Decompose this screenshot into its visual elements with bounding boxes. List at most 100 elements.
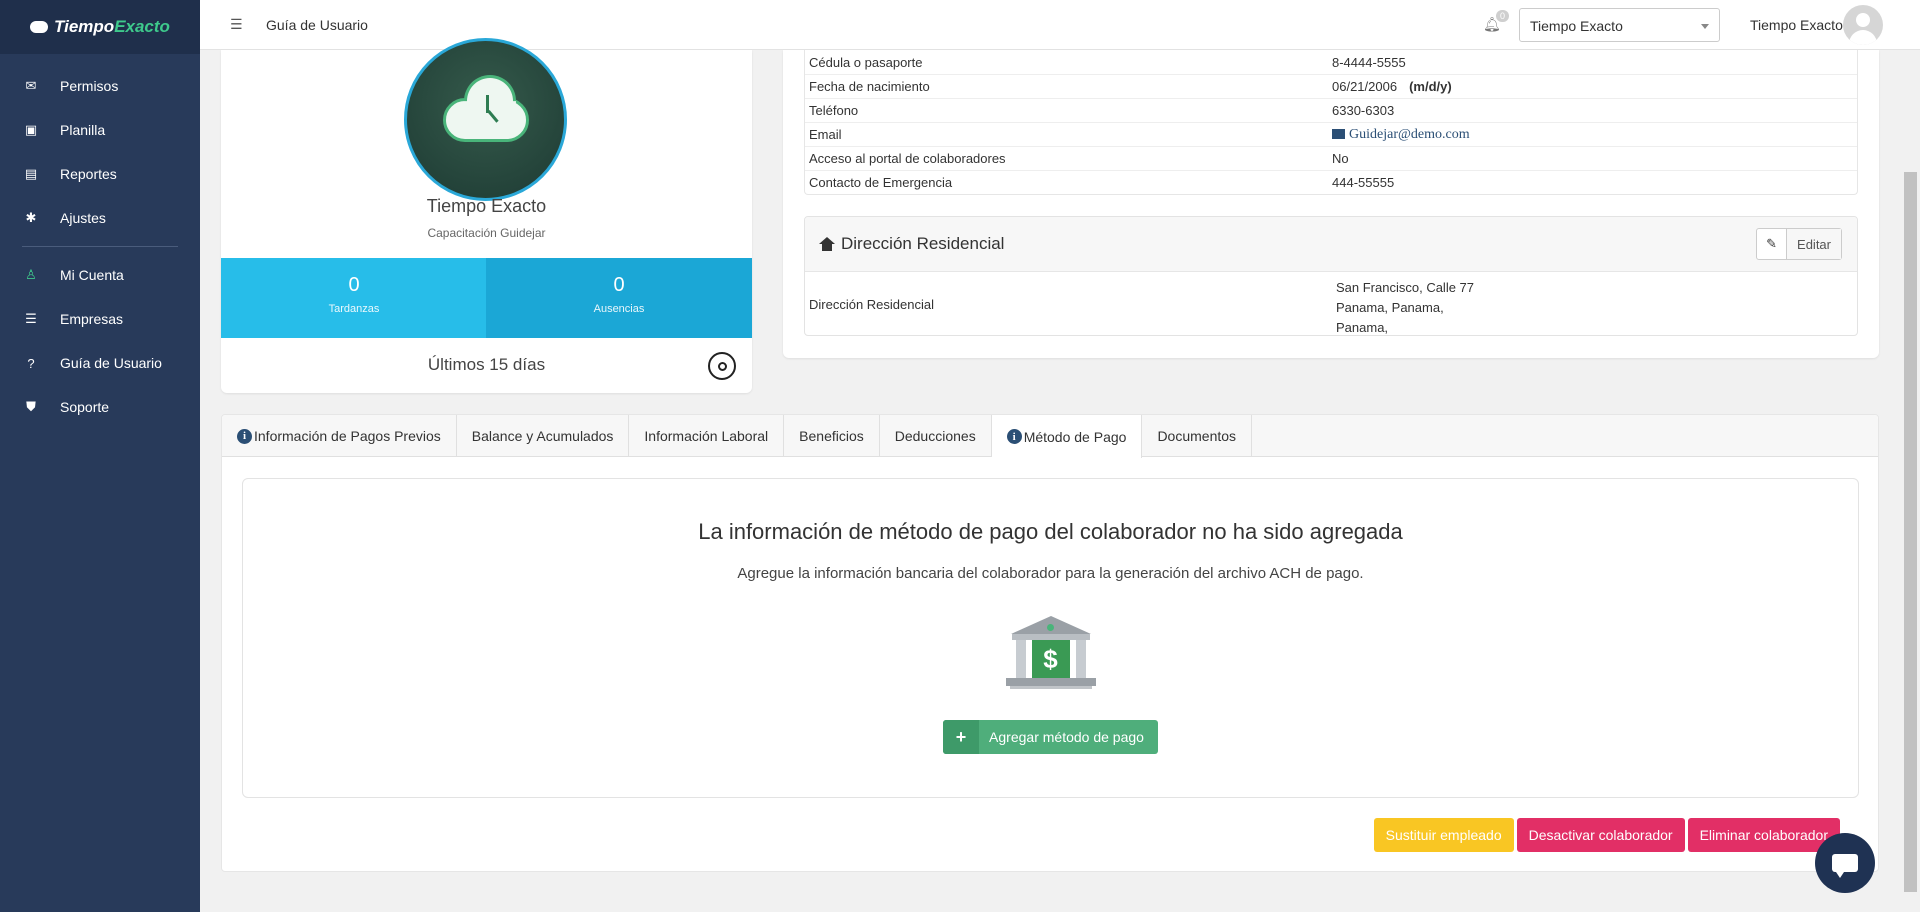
cloud-icon (30, 21, 49, 33)
chat-bubble-icon (1832, 854, 1858, 878)
sidebar-item-guia[interactable]: ? Guía de Usuario (0, 341, 200, 385)
sidebar-item-soporte[interactable]: ⛊ Soporte (0, 385, 200, 429)
period-label: Últimos 15 días (427, 355, 546, 374)
row-value: 6330-6303 (1332, 103, 1395, 118)
home-icon (819, 237, 835, 251)
dollar-icon: $ (1031, 640, 1070, 678)
tab-beneficios[interactable]: Beneficios (784, 415, 880, 457)
replace-employee-button[interactable]: Sustituir empleado (1373, 818, 1514, 852)
tab-balance[interactable]: Balance y Acumulados (457, 415, 630, 457)
gear-icon: ✱ (25, 210, 37, 225)
stat-value: 0 (613, 274, 625, 296)
address-title: Dirección Residencial (841, 234, 1005, 253)
settings-gear-icon[interactable] (708, 352, 736, 380)
address-key: Dirección Residencial (809, 297, 934, 312)
deactivate-employee-button[interactable]: Desactivar colaborador (1516, 818, 1685, 852)
sidebar-item-ajustes[interactable]: ✱ Ajustes (0, 196, 200, 240)
edit-label: Editar (1787, 229, 1841, 259)
table-row: Acceso al portal de colaboradores No (805, 146, 1857, 170)
sidebar-divider (22, 246, 178, 247)
stat-tardanzas: 0 Tardanzas (221, 258, 487, 338)
email-link[interactable]: Guidejar@demo.com (1349, 127, 1470, 142)
question-icon: ? (27, 355, 35, 371)
row-value: 06/21/2006 (m/d/y) (1332, 79, 1857, 94)
employee-actions: Sustituir empleado Desactivar colaborado… (1373, 818, 1840, 852)
stat-label: Ausencias (593, 303, 645, 315)
tabs-card: i Información de Pagos Previos Balance y … (221, 414, 1879, 872)
inbox-icon: ✉ (25, 78, 37, 93)
stat-ausencias: 0 Ausencias (486, 258, 752, 338)
info-table: Cédula o pasaporte 8-4444-5555 Fecha de n… (804, 50, 1858, 195)
scrollbar-thumb[interactable] (1904, 172, 1917, 892)
brand-part1: Tiempo (54, 17, 115, 36)
company-select[interactable]: Tiempo Exacto (1519, 8, 1720, 42)
tab-label: Balance y Acumulados (471, 428, 614, 444)
file-icon: ▤ (24, 166, 38, 181)
tab-label: Información Laboral (644, 428, 769, 444)
avatar[interactable] (1843, 5, 1883, 45)
plus-icon: + (943, 720, 980, 754)
sidebar-item-label: Empresas (60, 311, 124, 327)
employee-info-panel: Cédula o pasaporte 8-4444-5555 Fecha de n… (783, 50, 1879, 358)
tab-label: Beneficios (799, 428, 864, 444)
bell-icon[interactable]: 🔔︎ 0 (1483, 10, 1509, 32)
company-logo (404, 38, 567, 201)
sidebar-nav: ✉ Permisos ▣ Planilla ▤ Reportes ✱ Ajustes ♙… (0, 64, 200, 429)
address-header: Dirección Residencial ✎ Editar (805, 217, 1857, 272)
tab-metodo-pago[interactable]: i Método de Pago (991, 415, 1143, 458)
shield-icon: ⛊ (26, 399, 36, 414)
profile-name: Tiempo Exacto (426, 196, 547, 216)
profile-subtitle: Capacitación Guidejar (427, 226, 546, 240)
address-line: Panama, Panama, (1336, 300, 1444, 315)
edit-address-button[interactable]: ✎ Editar (1756, 228, 1842, 260)
row-key: Teléfono (809, 103, 859, 118)
row-key: Acceso al portal de colaboradores (809, 151, 1006, 166)
sidebar-item-empresas[interactable]: ☰ Empresas (0, 297, 200, 341)
tab-deducciones[interactable]: Deducciones (880, 415, 992, 457)
table-row: Contacto de Emergencia 444-55555 (805, 170, 1857, 194)
tab-bar: i Información de Pagos Previos Balance y … (222, 415, 1878, 458)
tab-info-laboral[interactable]: Información Laboral (629, 415, 785, 457)
sidebar-item-label: Guía de Usuario (60, 355, 162, 371)
tab-label: Deducciones (894, 428, 976, 444)
tab-documentos[interactable]: Documentos (1142, 415, 1253, 457)
sidebar-item-label: Planilla (60, 122, 106, 138)
sidebar-item-mi-cuenta[interactable]: ♙ Mi Cuenta (0, 253, 200, 297)
info-icon: i (237, 428, 252, 444)
info-icon: i (1006, 429, 1022, 444)
sidebar-item-label: Ajustes (60, 210, 106, 226)
row-value: No (1332, 151, 1349, 166)
chevron-down-icon (1701, 24, 1709, 29)
address-body: Dirección Residencial San Francisco, Cal… (805, 272, 1857, 336)
payment-empty-state: La información de método de pago del col… (242, 478, 1859, 798)
table-row: Fecha de nacimiento 06/21/2006 (m/d/y) (805, 74, 1857, 98)
sidebar: Tiempo Exacto ✉ Permisos ▣ Planilla ▤ Report… (0, 0, 200, 912)
sidebar-item-reportes[interactable]: ▤ Reportes (0, 152, 200, 196)
row-key: Cédula o pasaporte (809, 54, 923, 70)
tab-label: Información de Pagos Previos (254, 428, 441, 444)
brand-logo[interactable]: Tiempo Exacto (0, 0, 200, 54)
delete-employee-button[interactable]: Eliminar colaborador (1687, 818, 1840, 852)
chat-widget-button[interactable] (1815, 833, 1875, 893)
pencil-icon: ✎ (1757, 229, 1788, 259)
bank-icon: $ (1005, 616, 1096, 690)
sliders-icon: ☰ (25, 311, 37, 326)
add-payment-method-button[interactable]: + Agregar método de pago (943, 720, 1158, 754)
menu-toggle-icon[interactable]: ☰ (230, 16, 244, 33)
sidebar-item-planilla[interactable]: ▣ Planilla (0, 108, 200, 152)
user-name[interactable]: Tiempo Exacto (1750, 17, 1843, 33)
tab-label: Documentos (1157, 428, 1237, 444)
row-key: Contacto de Emergencia (809, 175, 953, 190)
row-key: Fecha de nacimiento (809, 79, 930, 94)
brand-part2: Exacto (114, 17, 170, 36)
stat-label: Tardanzas (328, 303, 380, 315)
address-value: San Francisco, Calle 77 Panama, Panama, … (1336, 278, 1474, 338)
tab-pagos-previos[interactable]: i Información de Pagos Previos (222, 415, 457, 457)
sidebar-item-label: Reportes (60, 166, 117, 182)
sidebar-item-permisos[interactable]: ✉ Permisos (0, 64, 200, 108)
address-box: Dirección Residencial ✎ Editar Dirección… (804, 216, 1858, 336)
row-value: 8-4444-5555 (1332, 54, 1406, 70)
envelope-icon (1332, 129, 1345, 139)
page-scrollbar[interactable] (1900, 50, 1920, 912)
row-value: Guidejar@demo.com (1332, 126, 1857, 143)
